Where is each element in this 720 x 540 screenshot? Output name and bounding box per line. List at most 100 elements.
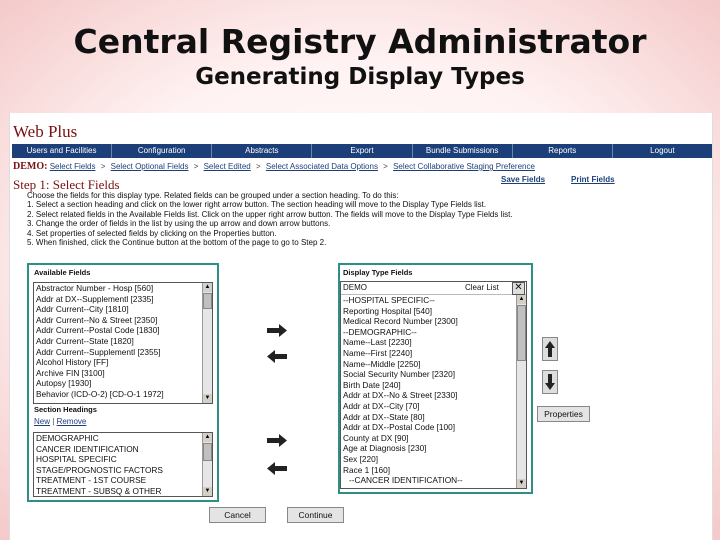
scrollbar[interactable]: ▲ ▼ <box>516 295 526 488</box>
list-item[interactable]: Medical Record Number [2300] <box>341 316 516 327</box>
close-icon[interactable]: ✕ <box>512 282 525 295</box>
list-item[interactable]: Behavior (ICD-O-2) [CD-O-1 1972] <box>34 389 212 400</box>
arrow-left-icon <box>267 462 287 475</box>
move-right-button[interactable] <box>265 323 289 338</box>
available-fields-title: Available Fields <box>34 268 91 277</box>
instruction-step-5: 5. When finished, click the Continue but… <box>27 238 327 248</box>
clear-list-button[interactable]: Clear List <box>465 282 499 294</box>
list-item[interactable]: Addr Current--No & Street [2350] <box>34 315 212 326</box>
arrow-right-icon <box>267 324 287 337</box>
arrow-up-icon <box>545 341 555 357</box>
section-headings-title: Section Headings <box>34 405 97 414</box>
available-fields-list[interactable]: Abstractor Number - Hosp [560] Addr at D… <box>33 282 213 404</box>
breadcrumb-separator: > <box>193 162 199 171</box>
continue-button[interactable]: Continue <box>287 507 344 523</box>
scroll-up-icon[interactable]: ▲ <box>517 295 526 304</box>
scroll-up-icon[interactable]: ▲ <box>203 283 212 292</box>
list-item[interactable]: --DEMOGRAPHIC-- <box>341 327 516 338</box>
list-item[interactable]: Addr Current--Supplementl [2355] <box>34 347 212 358</box>
breadcrumb-select-optional-fields[interactable]: Select Optional Fields <box>111 162 189 171</box>
remove-section-link[interactable]: Remove <box>57 417 87 426</box>
list-item[interactable]: Name--Middle [2250] <box>341 359 516 370</box>
list-item[interactable]: County at DX [90] <box>341 433 516 444</box>
save-fields-link[interactable]: Save Fields <box>501 175 545 184</box>
display-type-fields-panel: Display Type Fields DEMO Clear List ✕ --… <box>338 263 533 494</box>
list-item[interactable]: Addr at DX--Supplementl [2335] <box>34 294 212 305</box>
instruction-step-3: 3. Change the order of fields in the lis… <box>27 219 331 229</box>
nav-abstracts[interactable]: Abstracts <box>212 144 313 158</box>
breadcrumb-collaborative-staging[interactable]: Select Collaborative Staging Preference <box>393 162 535 171</box>
properties-button[interactable]: Properties <box>537 406 590 422</box>
list-item[interactable]: Name--Last [2230] <box>341 337 516 348</box>
list-item[interactable]: TREATMENT - SUBSQ & OTHER <box>34 486 212 496</box>
list-item[interactable]: Addr Current--State [1820] <box>34 336 212 347</box>
available-fields-panel: Available Fields Abstractor Number - Hos… <box>27 263 219 502</box>
move-up-button[interactable] <box>542 337 558 361</box>
scroll-down-icon[interactable]: ▼ <box>203 487 212 496</box>
list-item[interactable]: Race 1 [160] <box>341 465 516 476</box>
list-item[interactable]: Alcohol History [FF] <box>34 357 212 368</box>
list-item[interactable]: --HOSPITAL SPECIFIC-- <box>341 295 516 306</box>
list-item[interactable]: Addr at DX--Postal Code [100] <box>341 422 516 433</box>
list-item[interactable]: STAGE/PROGNOSTIC FACTORS <box>34 465 212 476</box>
section-heading-actions: New | Remove <box>34 417 86 426</box>
list-item[interactable]: Addr at DX--State [80] <box>341 412 516 423</box>
scrollbar[interactable]: ▲ ▼ <box>202 283 212 403</box>
breadcrumb-select-fields[interactable]: Select Fields <box>50 162 96 171</box>
nav-bundle-submissions[interactable]: Bundle Submissions <box>413 144 513 158</box>
arrow-down-icon <box>545 374 555 390</box>
list-item[interactable]: Addr at DX--City [70] <box>341 401 516 412</box>
display-type-items: --HOSPITAL SPECIFIC-- Reporting Hospital… <box>341 295 516 488</box>
move-left-button[interactable] <box>265 349 289 364</box>
list-item[interactable]: --CANCER IDENTIFICATION-- <box>341 475 516 486</box>
list-item[interactable]: Autopsy [1930] <box>34 378 212 389</box>
nav-configuration[interactable]: Configuration <box>112 144 213 158</box>
breadcrumb-associated-data-options[interactable]: Select Associated Data Options <box>266 162 378 171</box>
list-item[interactable]: CANCER IDENTIFICATION <box>34 444 212 455</box>
breadcrumb-label: DEMO: <box>13 161 48 172</box>
list-item[interactable]: Archive FIN [3100] <box>34 368 212 379</box>
list-item[interactable]: Addr at DX--No & Street [2330] <box>341 390 516 401</box>
main-nav: Users and Facilities Configuration Abstr… <box>12 144 712 158</box>
breadcrumb-separator: > <box>100 162 106 171</box>
breadcrumb-select-edited[interactable]: Select Edited <box>204 162 251 171</box>
move-section-right-button[interactable] <box>265 433 289 448</box>
list-item[interactable]: TREATMENT - 1ST COURSE <box>34 475 212 486</box>
slide-subtitle: Generating Display Types <box>195 64 525 90</box>
list-item[interactable]: Birth Date [240] <box>341 380 516 391</box>
scroll-thumb[interactable] <box>517 305 526 361</box>
nav-users-and-facilities[interactable]: Users and Facilities <box>12 144 113 158</box>
list-item[interactable]: Sex [220] <box>341 454 516 465</box>
cancel-button[interactable]: Cancel <box>209 507 266 523</box>
breadcrumb-separator: > <box>255 162 261 171</box>
display-type-fields-list[interactable]: DEMO Clear List ✕ --HOSPITAL SPECIFIC-- … <box>340 281 527 489</box>
display-type-name: DEMO <box>343 283 367 292</box>
nav-export[interactable]: Export <box>312 144 413 158</box>
section-headings-list[interactable]: DEMOGRAPHIC CANCER IDENTIFICATION HOSPIT… <box>33 432 213 497</box>
nav-reports[interactable]: Reports <box>513 144 613 158</box>
list-item[interactable]: Addr Current--Postal Code [1830] <box>34 325 212 336</box>
display-type-header: DEMO Clear List ✕ <box>341 282 526 295</box>
move-down-button[interactable] <box>542 370 558 394</box>
move-section-left-button[interactable] <box>265 461 289 476</box>
scroll-thumb[interactable] <box>203 293 212 309</box>
instruction-step-4: 4. Set properties of selected fields by … <box>27 228 277 238</box>
list-item[interactable]: HOSPITAL SPECIFIC <box>34 454 212 465</box>
scroll-down-icon[interactable]: ▼ <box>203 394 212 403</box>
instructions: Choose the fields for this display type.… <box>27 191 587 247</box>
print-fields-link[interactable]: Print Fields <box>571 175 615 184</box>
list-item[interactable]: Reporting Hospital [540] <box>341 306 516 317</box>
scroll-thumb[interactable] <box>203 443 212 461</box>
list-item[interactable]: DEMOGRAPHIC <box>34 433 212 444</box>
scroll-up-icon[interactable]: ▲ <box>203 433 212 442</box>
list-item[interactable]: Abstractor Number - Hosp [560] <box>34 283 212 294</box>
scroll-down-icon[interactable]: ▼ <box>517 479 526 488</box>
list-item[interactable]: Social Security Number [2320] <box>341 369 516 380</box>
new-section-link[interactable]: New <box>34 417 50 426</box>
list-item[interactable]: Addr Current--City [1810] <box>34 304 212 315</box>
list-item[interactable]: Age at Diagnosis [230] <box>341 443 516 454</box>
scrollbar[interactable]: ▲ ▼ <box>202 433 212 496</box>
instruction-intro: Choose the fields for this display type.… <box>27 191 399 200</box>
nav-logout[interactable]: Logout <box>613 144 712 158</box>
list-item[interactable]: Name--First [2240] <box>341 348 516 359</box>
